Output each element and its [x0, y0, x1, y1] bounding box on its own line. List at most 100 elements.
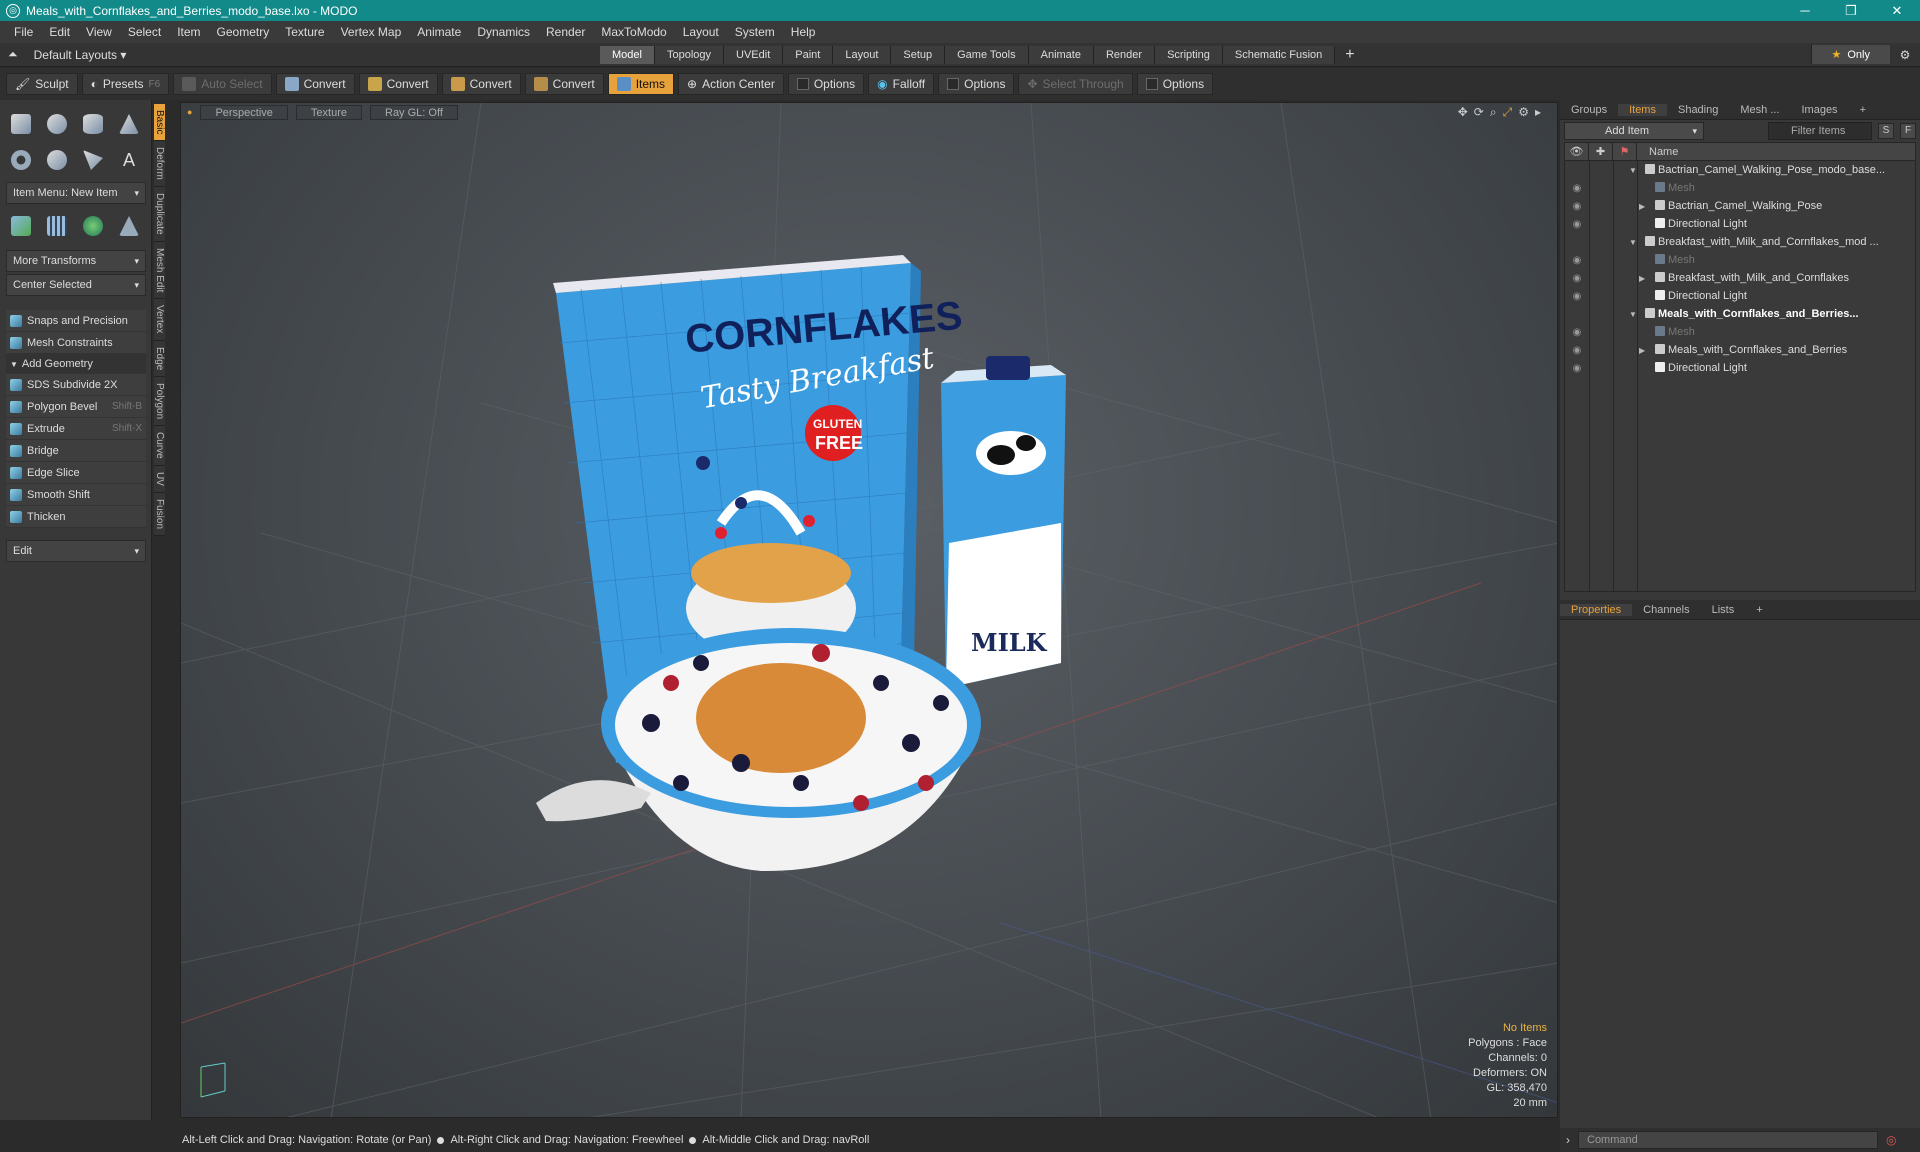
- tab-images[interactable]: Images: [1790, 104, 1848, 116]
- name-column-header[interactable]: Name: [1637, 146, 1678, 158]
- filter-items-input[interactable]: Filter Items: [1768, 122, 1872, 140]
- menu-dynamics[interactable]: Dynamics: [469, 25, 538, 39]
- visibility-eye-icon[interactable]: ◉: [1565, 363, 1589, 374]
- falloff-button[interactable]: ◉ Falloff: [868, 73, 935, 95]
- menu-maxtomodo[interactable]: MaxToModo: [593, 25, 674, 39]
- tab-layout[interactable]: Layout: [833, 45, 892, 64]
- tree-row-scene[interactable]: ▼ Breakfast_with_Milk_and_Cornflakes_mod …: [1565, 233, 1915, 251]
- 3d-viewport[interactable]: CORNFLAKES Tasty Breakfast GLUTEN FREE M…: [180, 102, 1558, 1118]
- select-through-button[interactable]: ✥ Select Through: [1018, 73, 1133, 95]
- shading-mode-button[interactable]: Texture: [295, 104, 362, 120]
- extrude-button[interactable]: Extrude Shift-X: [6, 418, 146, 440]
- default-layouts-dropdown[interactable]: Default Layouts ▾: [34, 48, 127, 62]
- menu-system[interactable]: System: [727, 25, 783, 39]
- chevron-down-icon[interactable]: ▼: [1629, 238, 1637, 247]
- tab-setup[interactable]: Setup: [891, 45, 946, 64]
- viewport-expand-icon[interactable]: ▸: [1535, 105, 1541, 120]
- vtab-deform[interactable]: Deform: [154, 141, 165, 188]
- tab-shading[interactable]: Shading: [1667, 104, 1729, 116]
- pan-icon[interactable]: ✥: [1458, 105, 1468, 120]
- cube-primitive-icon[interactable]: [6, 110, 36, 138]
- tab-scripting[interactable]: Scripting: [1155, 45, 1223, 64]
- convert-polygons-button[interactable]: Convert: [441, 73, 521, 95]
- tree-row-group[interactable]: ◉ ▶ Meals_with_Cornflakes_and_Berries: [1565, 341, 1915, 359]
- convert-vertices-button[interactable]: Convert: [275, 73, 355, 95]
- action-center-button[interactable]: ⊕ Action Center: [678, 73, 784, 95]
- capsule-primitive-icon[interactable]: [42, 146, 72, 174]
- add-item-dropdown[interactable]: Add Item ▾: [1564, 122, 1704, 140]
- tab-schematic-fusion[interactable]: Schematic Fusion: [1222, 45, 1336, 64]
- visibility-column-icon[interactable]: 👁: [1565, 142, 1589, 161]
- tree-row-mesh[interactable]: ◉ Mesh: [1565, 179, 1915, 197]
- menu-render[interactable]: Render: [538, 25, 593, 39]
- tab-properties[interactable]: Properties: [1560, 603, 1633, 616]
- menu-select[interactable]: Select: [120, 25, 169, 39]
- menu-vertex-map[interactable]: Vertex Map: [333, 25, 410, 39]
- pen-tool-icon[interactable]: [78, 146, 108, 174]
- vtab-polygon[interactable]: Polygon: [154, 377, 165, 427]
- vtab-duplicate[interactable]: Duplicate: [154, 187, 165, 242]
- tree-row-scene[interactable]: ▼ Bactrian_Camel_Walking_Pose_modo_base..…: [1565, 161, 1915, 179]
- tab-items[interactable]: Items: [1618, 103, 1667, 116]
- menu-layout[interactable]: Layout: [675, 25, 727, 39]
- gear-icon[interactable]: ⚙: [1890, 48, 1920, 62]
- menu-edit[interactable]: Edit: [41, 25, 78, 39]
- falloff-options[interactable]: Options: [938, 73, 1015, 95]
- visibility-eye-icon[interactable]: ◉: [1565, 327, 1589, 338]
- tree-row-group[interactable]: ◉ ▶ Breakfast_with_Milk_and_Cornflakes: [1565, 269, 1915, 287]
- command-expand-icon[interactable]: ›: [1566, 1133, 1570, 1147]
- select-through-options[interactable]: Options: [1136, 73, 1214, 95]
- tab-lists[interactable]: Lists: [1701, 604, 1746, 616]
- maximize-button[interactable]: ❐: [1828, 3, 1874, 19]
- menu-geometry[interactable]: Geometry: [209, 25, 278, 39]
- sphere-primitive-icon[interactable]: [42, 110, 72, 138]
- convert-materials-button[interactable]: Convert: [524, 73, 604, 95]
- tab-model[interactable]: Model: [600, 45, 655, 64]
- chevron-right-icon[interactable]: ▶: [1639, 202, 1645, 211]
- viewport-settings-icon[interactable]: ⚙: [1518, 105, 1529, 120]
- visibility-eye-icon[interactable]: ◉: [1565, 219, 1589, 230]
- torus-primitive-icon[interactable]: [6, 146, 36, 174]
- auto-select-button[interactable]: Auto Select: [173, 73, 272, 95]
- only-toggle[interactable]: ★ Only: [1810, 45, 1890, 64]
- chevron-right-icon[interactable]: ▶: [1639, 274, 1645, 283]
- view-mode-button[interactable]: Perspective: [200, 104, 288, 120]
- tab-paint[interactable]: Paint: [783, 45, 834, 64]
- visibility-eye-icon[interactable]: ◉: [1565, 255, 1589, 266]
- mesh-constraints-button[interactable]: Mesh Constraints: [6, 332, 146, 354]
- tab-game-tools[interactable]: Game Tools: [945, 45, 1029, 64]
- vtab-fusion[interactable]: Fusion: [154, 492, 165, 536]
- rotate-icon[interactable]: ⟳: [1474, 105, 1484, 120]
- chevron-down-icon[interactable]: ▼: [1629, 166, 1637, 175]
- vtab-basic[interactable]: Basic: [154, 104, 165, 142]
- tree-row-scene[interactable]: ▼ Meals_with_Cornflakes_and_Berries...: [1565, 305, 1915, 323]
- tab-animate[interactable]: Animate: [1028, 45, 1094, 64]
- center-selected-dropdown[interactable]: Center Selected ▾: [6, 274, 146, 296]
- polygon-bevel-button[interactable]: Polygon Bevel Shift-B: [6, 396, 146, 418]
- add-properties-tab-button[interactable]: +: [1745, 604, 1773, 616]
- visibility-eye-icon[interactable]: ◉: [1565, 201, 1589, 212]
- tree-row-light[interactable]: ◉ Directional Light: [1565, 287, 1915, 305]
- vtab-curve[interactable]: Curve: [154, 426, 165, 466]
- tab-channels[interactable]: Channels: [1632, 604, 1700, 616]
- more-transforms-dropdown[interactable]: More Transforms ▾: [6, 250, 146, 272]
- transform-tool-icon[interactable]: [6, 212, 36, 240]
- tab-mesh[interactable]: Mesh ...: [1729, 104, 1790, 116]
- command-input[interactable]: Command: [1578, 1131, 1878, 1149]
- convert-edges-button[interactable]: Convert: [358, 73, 438, 95]
- items-mode-button[interactable]: Items: [607, 73, 675, 95]
- tree-row-group[interactable]: ◉ ▶ Bactrian_Camel_Walking_Pose: [1565, 197, 1915, 215]
- vtab-vertex[interactable]: Vertex: [154, 299, 165, 341]
- menu-item[interactable]: Item: [169, 25, 208, 39]
- raygl-button[interactable]: Ray GL: Off: [370, 104, 458, 120]
- zoom-icon[interactable]: ⌕: [1490, 105, 1497, 120]
- vtab-edge[interactable]: Edge: [154, 340, 165, 378]
- menu-file[interactable]: File: [6, 25, 41, 39]
- vtab-uv[interactable]: UV: [154, 465, 165, 493]
- lock-column-icon[interactable]: ✚: [1589, 142, 1613, 161]
- vtab-mesh-edit[interactable]: Mesh Edit: [154, 241, 165, 300]
- tab-topology[interactable]: Topology: [654, 45, 725, 64]
- add-panel-tab-button[interactable]: +: [1849, 104, 1877, 116]
- tab-render[interactable]: Render: [1093, 45, 1156, 64]
- menu-animate[interactable]: Animate: [409, 25, 469, 39]
